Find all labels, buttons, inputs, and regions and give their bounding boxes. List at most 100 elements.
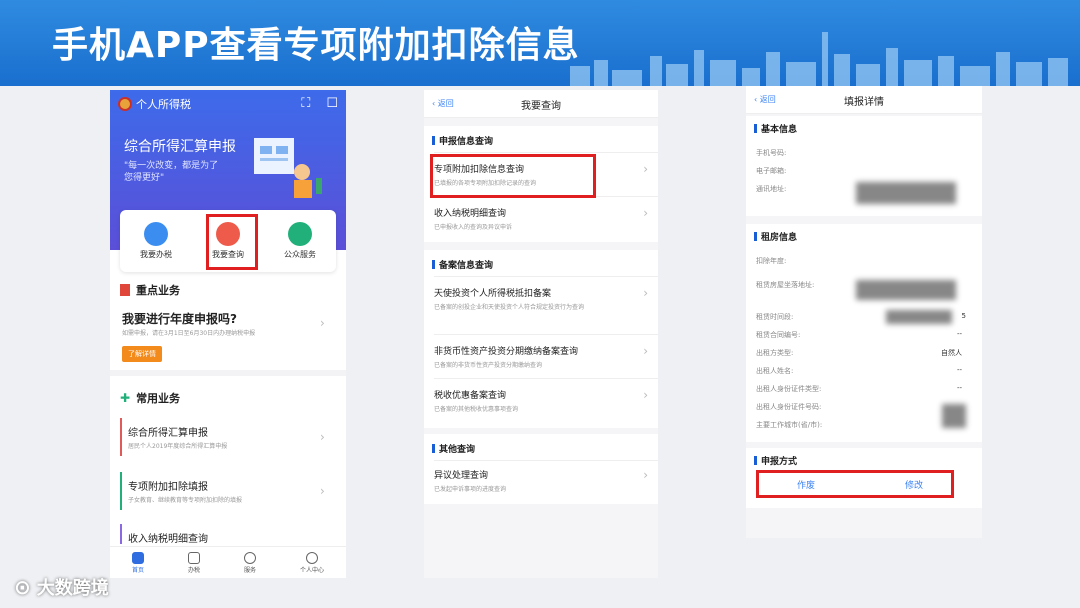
- action-public-service[interactable]: 公众服务: [270, 222, 330, 260]
- lessor-type-value: 自然人: [941, 349, 962, 357]
- banner-title: 手机APP查看专项附加扣除信息: [52, 25, 580, 66]
- menu-item-title[interactable]: 税收优惠备案查询: [434, 388, 506, 401]
- card-accent: [120, 472, 122, 510]
- tab-label: 首页: [131, 566, 144, 574]
- chevron-right-icon: ›: [643, 388, 648, 402]
- card-accent: [120, 524, 122, 544]
- nav-bar: ‹ 返回 填报详情: [746, 86, 982, 114]
- menu-item-sub: 已申报收入的查询及异议申诉: [434, 224, 513, 231]
- phone-detail-screen: ‹ 返回 填报详情 基本信息 手机号码: 电子邮箱: 通讯地址: 租房信息 扣除…: [746, 86, 982, 538]
- redacted-value: [856, 280, 956, 300]
- watermark: ⊙ 大数跨境: [14, 574, 109, 600]
- key-subtitle: 如需申报，请在3月1日至6月30日内办理纳税申报: [122, 330, 256, 337]
- chevron-right-icon: ›: [320, 484, 325, 498]
- hero-subtitle: "每一次改变，都是为了您得更好": [124, 161, 219, 183]
- shield-icon: [288, 222, 312, 246]
- section-title: 重点业务: [136, 284, 180, 297]
- field-label: 手机号码:: [756, 149, 787, 157]
- group-title: 备案信息查询: [439, 261, 494, 271]
- action-label: 我要办税: [140, 250, 172, 259]
- group-title: 申报方式: [761, 457, 798, 467]
- chevron-right-icon: ›: [643, 286, 648, 300]
- tab-label: 办税: [187, 566, 200, 574]
- group-rent-info: 租房信息 扣除年度: 租赁房屋坐落地址: 租赁时间段: 5 租赁合同编号: --…: [746, 224, 982, 442]
- hero-illustration: [254, 138, 322, 198]
- field-value: --: [956, 366, 962, 374]
- learn-more-button[interactable]: 了解详情: [122, 346, 162, 362]
- tab-label: 服务: [243, 566, 256, 574]
- chevron-right-icon: ›: [643, 162, 648, 176]
- menu-item-sub: 已备案的非货币性资产投资分期缴纳查询: [434, 362, 543, 369]
- menu-item-sub: 已备案的创投企业和天使投资个人符合规定投资行为查询: [434, 304, 585, 311]
- message-icon[interactable]: ☐: [326, 96, 338, 111]
- tab-tax[interactable]: 办税: [187, 551, 200, 574]
- common-item-title[interactable]: 收入纳税明细查询: [128, 530, 208, 545]
- group-title: 基本信息: [761, 125, 798, 135]
- tab-service[interactable]: 服务: [243, 551, 256, 574]
- common-item-sub: 居民个人2019年度综合所得汇算申报: [128, 443, 228, 450]
- section-bar: [432, 136, 435, 145]
- pen-icon: [144, 222, 168, 246]
- field-label: 租赁时间段:: [756, 313, 794, 321]
- section-bar: [754, 232, 757, 241]
- field-label: 电子邮箱:: [756, 167, 787, 175]
- section-bar: [754, 456, 757, 465]
- section-title: 常用业务: [136, 392, 181, 405]
- app-name: 个人所得税: [136, 98, 191, 111]
- title-banner: 手机APP查看专项附加扣除信息: [0, 0, 1080, 86]
- common-item-sub: 子女教育、继续教育等专项附加扣除的填报: [128, 497, 243, 504]
- brand-logo-icon: ⊙: [14, 575, 31, 599]
- key-question[interactable]: 我要进行年度申报吗?: [122, 310, 237, 327]
- field-label: 出租人身份证件号码:: [756, 403, 822, 411]
- phone-query-screen: ‹ 返回 我要查询 申报信息查询 专项附加扣除信息查询 已填报的各项专项附加扣除…: [424, 90, 658, 578]
- tab-label: 个人中心: [299, 566, 324, 574]
- field-label: 主要工作城市(省/市):: [756, 421, 823, 429]
- field-value: --: [956, 384, 962, 392]
- field-value: 5: [961, 312, 966, 320]
- page-title: 填报详情: [844, 97, 884, 108]
- watermark-text: 大数跨境: [36, 578, 109, 599]
- scan-icon[interactable]: ⛶: [301, 96, 310, 111]
- common-item-title[interactable]: 专项附加扣除填报: [128, 478, 208, 493]
- chevron-right-icon: ›: [643, 344, 648, 358]
- section-bar: [754, 124, 757, 133]
- redacted-value: [886, 310, 952, 324]
- divider: [434, 276, 658, 277]
- menu-item-title[interactable]: 天使投资个人所得税抵扣备案: [434, 286, 551, 299]
- section-common-business: ✚ 常用业务: [120, 390, 180, 406]
- card-accent: [120, 418, 122, 456]
- field-label: 出租人姓名:: [756, 367, 794, 375]
- menu-item-sub: 已发起申诉事项的进度查询: [434, 486, 507, 493]
- field-value: --: [956, 330, 962, 338]
- group-other-query: 其他查询 异议处理查询 已发起申诉事项的进度查询 ›: [424, 434, 658, 504]
- user-icon: [305, 551, 318, 564]
- menu-item-title[interactable]: 非货币性资产投资分期缴纳备案查询: [434, 344, 578, 357]
- divider: [110, 370, 346, 376]
- redacted-value: [942, 404, 966, 428]
- group-basic-info: 基本信息 手机号码: 电子邮箱: 通讯地址:: [746, 116, 982, 216]
- bookmark-icon: [120, 284, 130, 296]
- divider: [434, 334, 658, 335]
- chevron-right-icon: ›: [320, 316, 325, 330]
- menu-item-title[interactable]: 异议处理查询: [434, 468, 488, 481]
- highlight-special-deduction-box: [430, 154, 596, 198]
- field-label: 租赁房屋坐落地址:: [756, 281, 815, 289]
- field-label: 出租人身份证件类型:: [756, 385, 822, 393]
- grid-icon: ✚: [120, 391, 131, 405]
- tab-profile[interactable]: 个人中心: [299, 551, 324, 574]
- tab-home[interactable]: 首页: [131, 551, 144, 574]
- divider: [434, 460, 658, 461]
- field-label: 租赁合同编号:: [756, 331, 801, 339]
- nav-bar: ‹ 返回 我要查询: [424, 90, 658, 118]
- common-item-title[interactable]: 综合所得汇算申报: [128, 424, 208, 439]
- section-bar: [432, 260, 435, 269]
- highlight-query-box: [206, 214, 258, 270]
- action-do-tax[interactable]: 我要办税: [126, 222, 186, 260]
- divider: [434, 152, 658, 153]
- field-label: 扣除年度:: [756, 257, 787, 265]
- highlight-buttons-box: [756, 470, 954, 498]
- menu-item-title[interactable]: 收入纳税明细查询: [434, 206, 506, 219]
- page-title: 我要查询: [521, 101, 561, 112]
- section-key-business: 重点业务: [120, 282, 180, 298]
- field-label: 出租方类型:: [756, 349, 794, 357]
